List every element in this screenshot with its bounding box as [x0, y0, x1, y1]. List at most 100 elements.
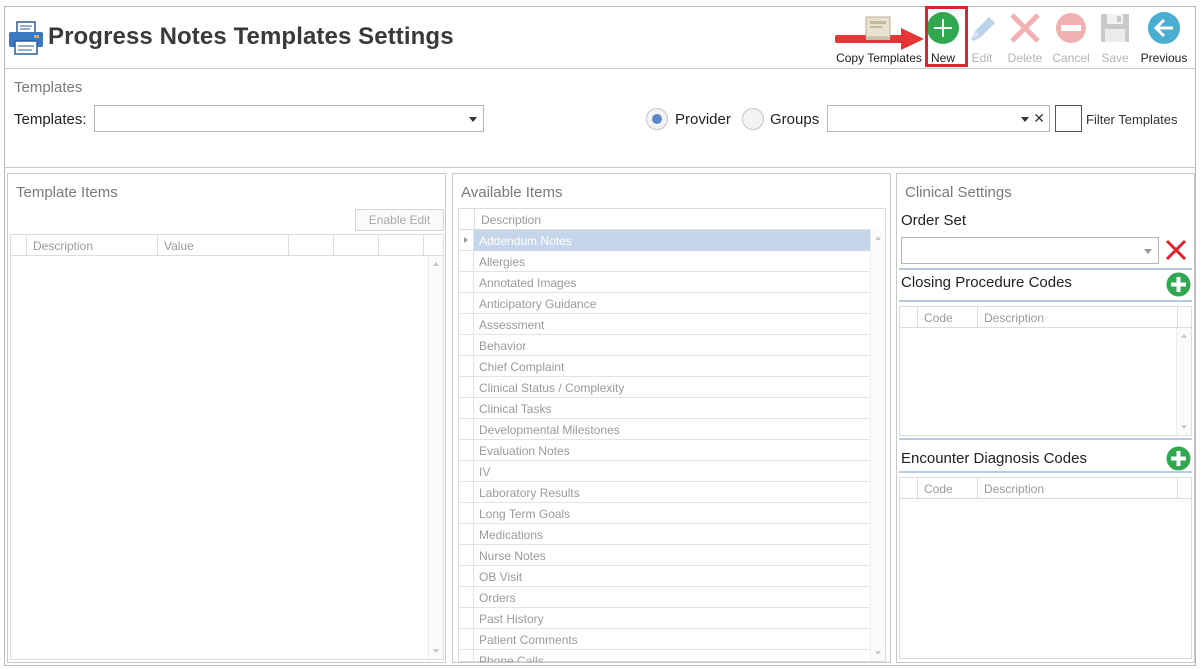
- row-indicator: [459, 566, 474, 587]
- copy-templates-label: Copy Templates: [836, 51, 922, 65]
- save-button[interactable]: Save: [1093, 9, 1137, 67]
- column-header-value[interactable]: Value: [158, 235, 289, 256]
- list-item-label: Long Term Goals: [479, 507, 571, 521]
- list-item[interactable]: Long Term Goals: [459, 503, 870, 524]
- list-item[interactable]: Behavior: [459, 335, 870, 356]
- row-indicator-header: [900, 307, 918, 328]
- list-item[interactable]: Clinical Tasks: [459, 398, 870, 419]
- groups-radio[interactable]: [742, 108, 764, 130]
- column-header-extra[interactable]: [379, 235, 424, 256]
- current-row-arrow-icon: [464, 237, 468, 243]
- templates-dropdown[interactable]: [94, 105, 484, 132]
- row-indicator-header: [900, 478, 918, 499]
- clear-icon[interactable]: ✕: [1033, 110, 1045, 127]
- chevron-down-icon: [1144, 249, 1152, 254]
- previous-button[interactable]: Previous: [1137, 9, 1191, 67]
- list-item-label: Patient Comments: [479, 633, 578, 647]
- row-indicator: [459, 545, 474, 566]
- filter-templates-checkbox[interactable]: [1055, 105, 1082, 132]
- page-title: Progress Notes Templates Settings: [48, 23, 454, 50]
- list-item[interactable]: Assessment: [459, 314, 870, 335]
- list-item-label: IV: [479, 465, 491, 479]
- column-header-description[interactable]: Description: [474, 209, 870, 230]
- radio-selected-dot: [652, 114, 662, 124]
- provider-radio-label[interactable]: Provider: [675, 111, 731, 128]
- list-item[interactable]: Laboratory Results: [459, 482, 870, 503]
- template-items-grid-header: Description Value: [11, 235, 443, 256]
- closing-codes-scrollbar[interactable]: [1176, 328, 1191, 435]
- divider: [899, 438, 1192, 440]
- list-item[interactable]: Developmental Milestones: [459, 419, 870, 440]
- chevron-down-icon: [1021, 117, 1029, 122]
- list-item[interactable]: Annotated Images: [459, 272, 870, 293]
- clear-order-set-icon[interactable]: [1164, 238, 1188, 262]
- add-encounter-diagnosis-code-icon[interactable]: [1166, 446, 1191, 471]
- list-item-label: Evaluation Notes: [479, 444, 570, 458]
- divider: [899, 268, 1192, 270]
- column-header-extra[interactable]: [289, 235, 334, 256]
- templates-label: Templates:: [14, 111, 87, 128]
- list-item[interactable]: Nurse Notes: [459, 545, 870, 566]
- list-item-label: Laboratory Results: [479, 486, 580, 500]
- column-header-code[interactable]: Code: [918, 478, 978, 499]
- edit-button[interactable]: Edit: [963, 9, 1001, 67]
- available-items-scrollbar[interactable]: [870, 230, 885, 661]
- column-header-code[interactable]: Code: [918, 307, 978, 328]
- list-item[interactable]: Addendum Notes: [459, 230, 870, 251]
- row-indicator: [459, 314, 474, 335]
- encounter-diagnosis-codes-grid: Code Description: [899, 477, 1192, 659]
- template-items-scrollbar[interactable]: [428, 256, 443, 659]
- groups-radio-label[interactable]: Groups: [770, 111, 819, 128]
- list-item-label: Clinical Tasks: [479, 402, 552, 416]
- list-item-label: Anticipatory Guidance: [479, 297, 597, 311]
- row-indicator: [459, 440, 474, 461]
- list-item[interactable]: Patient Comments: [459, 629, 870, 650]
- list-item[interactable]: Past History: [459, 608, 870, 629]
- previous-label: Previous: [1140, 51, 1188, 65]
- list-item-label: OB Visit: [479, 570, 523, 584]
- column-header-description[interactable]: Description: [27, 235, 158, 256]
- copy-templates-button[interactable]: Copy Templates: [835, 9, 923, 67]
- add-closing-procedure-code-icon[interactable]: [1166, 272, 1191, 297]
- list-item[interactable]: Anticipatory Guidance: [459, 293, 870, 314]
- column-header-description[interactable]: Description: [978, 307, 1178, 328]
- row-indicator: [459, 461, 474, 482]
- scroll-up-icon[interactable]: [875, 236, 881, 240]
- scroll-down-icon[interactable]: [433, 649, 439, 653]
- list-item[interactable]: Allergies: [459, 251, 870, 272]
- templates-section: Templates Templates: Provider Groups ✕ F…: [5, 69, 1195, 168]
- available-items-grid-header: Description: [459, 209, 870, 230]
- enable-edit-button[interactable]: Enable Edit: [355, 209, 444, 231]
- provider-radio[interactable]: [646, 108, 668, 130]
- encounter-codes-grid-header: Code Description: [900, 478, 1191, 499]
- row-indicator: [459, 398, 474, 419]
- list-item[interactable]: Clinical Status / Complexity: [459, 377, 870, 398]
- order-set-dropdown[interactable]: [901, 237, 1159, 264]
- row-indicator: [459, 650, 474, 662]
- back-arrow-circle-icon: [1148, 12, 1180, 44]
- row-indicator: [459, 629, 474, 650]
- column-header-description[interactable]: Description: [978, 478, 1178, 499]
- row-indicator: [459, 230, 474, 251]
- pencil-icon: [971, 17, 995, 41]
- scroll-up-icon[interactable]: [433, 262, 439, 266]
- column-header-extra[interactable]: [334, 235, 379, 256]
- list-item[interactable]: IV: [459, 461, 870, 482]
- list-item[interactable]: Evaluation Notes: [459, 440, 870, 461]
- available-items-title: Available Items: [461, 184, 563, 201]
- closing-codes-grid-header: Code Description: [900, 307, 1191, 328]
- list-item[interactable]: OB Visit: [459, 566, 870, 587]
- list-item[interactable]: Medications: [459, 524, 870, 545]
- row-indicator-header: [11, 235, 27, 256]
- groups-dropdown[interactable]: ✕: [827, 105, 1050, 132]
- delete-button[interactable]: Delete: [1001, 9, 1049, 67]
- list-item[interactable]: Chief Complaint: [459, 356, 870, 377]
- row-indicator: [459, 293, 474, 314]
- list-item[interactable]: Orders: [459, 587, 870, 608]
- list-item[interactable]: Phone Calls: [459, 650, 870, 662]
- scroll-down-icon[interactable]: [1181, 425, 1187, 429]
- cancel-button[interactable]: Cancel: [1049, 9, 1093, 67]
- scroll-up-icon[interactable]: [1181, 334, 1187, 338]
- scroll-down-icon[interactable]: [875, 651, 881, 655]
- delete-label: Delete: [1007, 51, 1043, 65]
